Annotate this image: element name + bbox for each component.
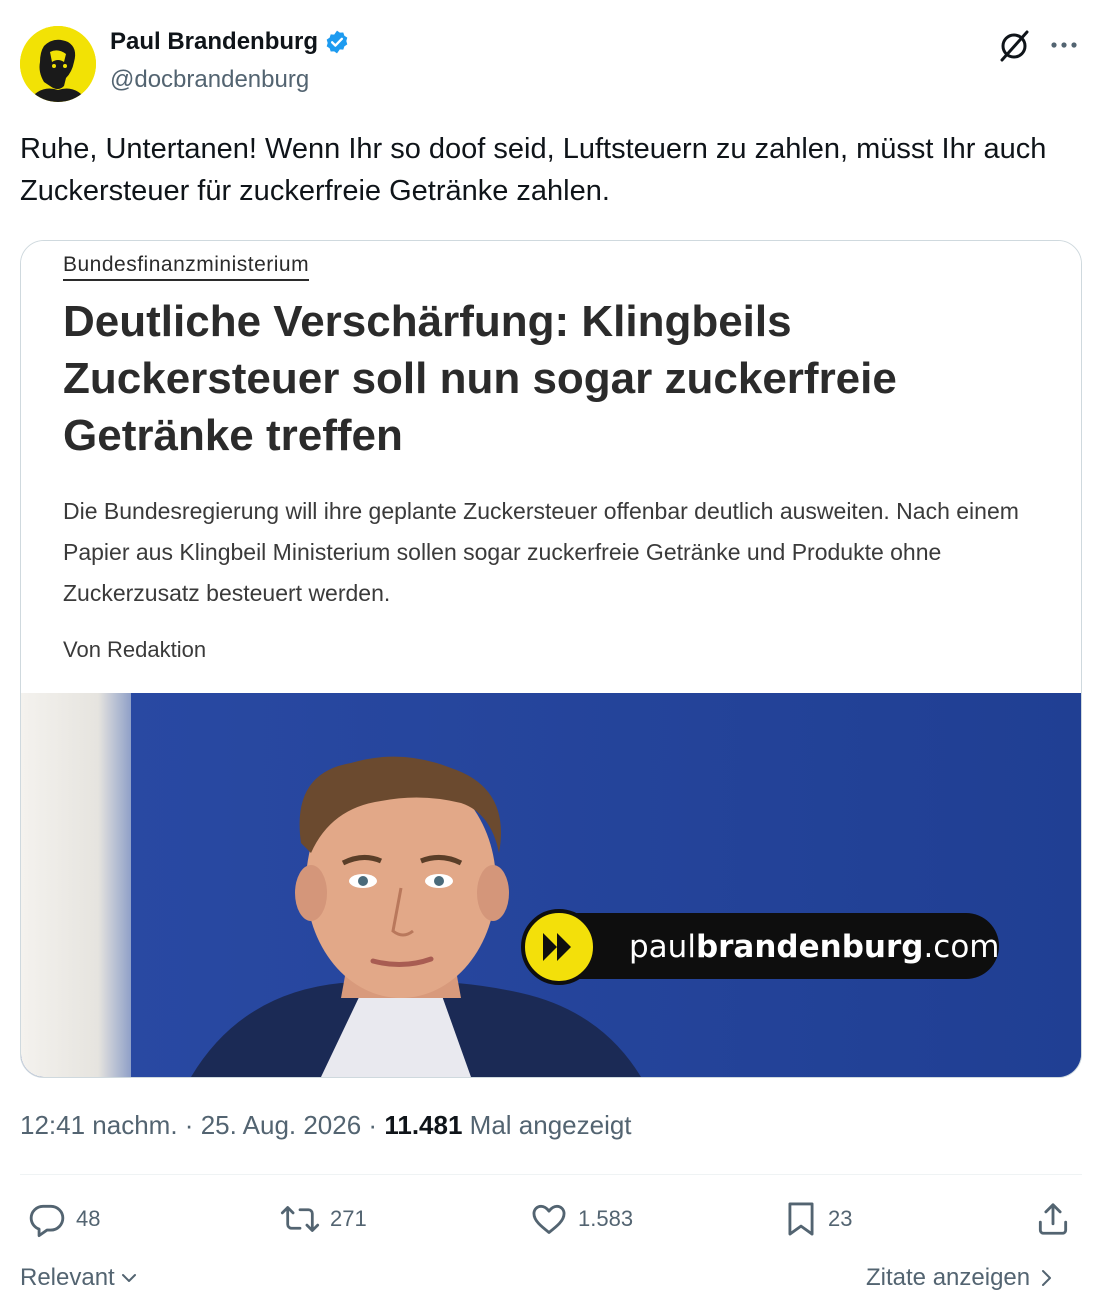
share-icon	[1038, 1203, 1068, 1235]
grok-icon[interactable]	[996, 28, 1032, 64]
reply-count: 48	[76, 1206, 101, 1231]
heart-icon	[532, 1204, 566, 1234]
repost-count: 271	[330, 1206, 367, 1231]
author-handle[interactable]: @docbrandenburg	[110, 66, 309, 94]
views-label: Mal angezeigt	[469, 1110, 632, 1140]
article-photo: paulbrandenburg.com	[21, 693, 1081, 1077]
watermark-url: paulbrandenburg.com	[629, 929, 1000, 965]
article-screenshot: Bundesfinanzministerium Deutliche Versch…	[21, 241, 1081, 693]
verified-badge-icon	[326, 30, 348, 54]
fast-forward-icon	[521, 909, 597, 985]
bookmark-icon	[788, 1202, 814, 1236]
bookmark-count: 23	[828, 1206, 853, 1231]
views-count: 11.481	[384, 1110, 463, 1140]
meta-separator: ·	[184, 1110, 194, 1140]
reply-icon	[29, 1204, 65, 1238]
more-options-icon[interactable]	[1046, 30, 1082, 60]
repost-icon	[280, 1206, 320, 1232]
view-quotes-link[interactable]: Zitate anzeigen	[866, 1264, 1054, 1292]
avatar-portrait-icon	[20, 26, 96, 102]
article-kicker: Bundesfinanzministerium	[63, 253, 310, 281]
tweet-time[interactable]: 12:41 nachm.	[20, 1110, 178, 1140]
article-headline: Deutliche Verschärfung: Klingbeils Zucke…	[63, 297, 897, 460]
reply-button[interactable]: 48	[28, 1200, 100, 1238]
tweet-date[interactable]: 25. Aug. 2026	[201, 1110, 361, 1140]
author-name[interactable]: Paul Brandenburg	[110, 28, 318, 56]
avatar[interactable]	[20, 26, 96, 102]
article-lede: Die Bundesregierung will ihre geplante Z…	[63, 498, 1019, 606]
like-count: 1.583	[578, 1206, 634, 1231]
bookmark-button[interactable]: 23	[784, 1200, 852, 1238]
divider	[20, 1174, 1082, 1175]
watermark-prefix: paul	[629, 929, 696, 965]
chevron-down-icon	[121, 1274, 136, 1282]
watermark-suffix: .com	[923, 929, 1000, 965]
politician-portrait-image	[21, 693, 1081, 1077]
meta-separator: ·	[368, 1110, 378, 1140]
share-button[interactable]	[1034, 1200, 1072, 1238]
article-byline: Von Redaktion	[63, 637, 207, 662]
tweet-meta: 12:41 nachm. · 25. Aug. 2026 · 11.481 Ma…	[20, 1110, 632, 1141]
sort-dropdown[interactable]: Relevant	[20, 1264, 139, 1292]
repost-button[interactable]: 271	[280, 1200, 367, 1238]
like-button[interactable]: 1.583	[530, 1200, 633, 1238]
tweet-text: Ruhe, Untertanen! Wenn Ihr so doof seid,…	[20, 133, 1047, 207]
view-quotes-label: Zitate anzeigen	[866, 1264, 1031, 1291]
article-card[interactable]: Bundesfinanzministerium Deutliche Versch…	[20, 240, 1082, 1078]
author-name-row[interactable]: Paul Brandenburg	[110, 28, 350, 56]
watermark-bold: brandenburg	[695, 929, 924, 965]
chevron-right-icon	[1042, 1270, 1052, 1286]
sort-label: Relevant	[20, 1264, 115, 1291]
